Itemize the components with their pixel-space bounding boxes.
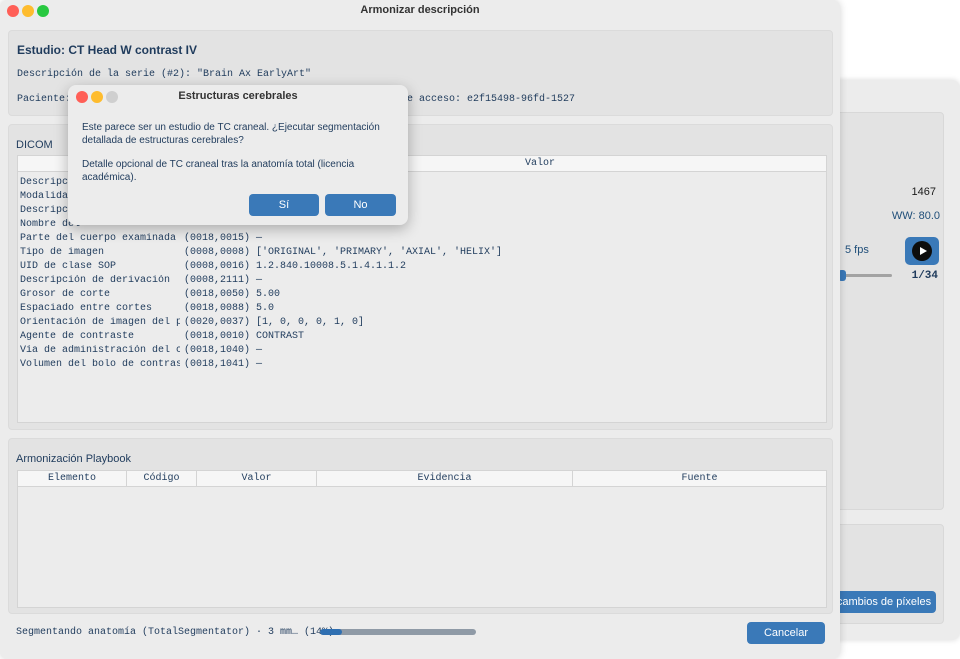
dicom-value: —: [256, 233, 263, 244]
dicom-value: ['ORIGINAL', 'PRIMARY', 'AXIAL', 'HELIX'…: [256, 247, 503, 258]
play-button[interactable]: [905, 237, 939, 265]
dicom-value: [1, 0, 0, 0, 1, 0]: [256, 317, 365, 328]
dicom-value: CONTRAST: [256, 331, 305, 342]
dicom-label: DICOM: [16, 139, 53, 151]
dicom-attribute-name: Espaciado entre cortes: [20, 303, 153, 314]
frame-counter: 1/34: [911, 270, 938, 282]
dicom-tag: (0020,0037): [184, 317, 251, 328]
window-width-readout: WW: 80.0: [891, 210, 940, 222]
background-value-readout: 1467: [911, 186, 936, 198]
playbook-table-header: Elemento Código Valor Evidencia Fuente: [18, 471, 826, 487]
dicom-attribute-name: Descripción de derivación: [20, 275, 171, 286]
yes-button[interactable]: Sí: [249, 194, 319, 216]
dicom-attribute-name: Grosor de corte: [20, 289, 111, 300]
column-header-elemento[interactable]: Elemento: [18, 471, 127, 487]
dicom-attribute-name: Volumen del bolo de contraste: [20, 359, 180, 370]
dicom-value: 5.0: [256, 303, 275, 314]
window-title: Armonizar descripción: [360, 4, 480, 16]
dicom-value: 1.2.840.10008.5.1.4.1.1.2: [256, 261, 407, 272]
dicom-tag: (0018,0010): [184, 331, 251, 342]
fps-label: 5 fps: [845, 244, 869, 256]
playbook-panel: Armonización Playbook Elemento Código Va…: [8, 438, 833, 614]
dicom-value: —: [256, 275, 263, 286]
study-title: Estudio: CT Head W contrast IV: [17, 43, 198, 57]
progress-bar-fill: [320, 629, 342, 635]
dicom-tag: (0018,1041): [184, 359, 251, 370]
title-bar: Armonizar descripción: [0, 0, 840, 22]
column-header-codigo[interactable]: Código: [127, 471, 197, 487]
dicom-attribute-name: Vía de administración del con: [20, 345, 180, 356]
value-column-header[interactable]: Valor: [525, 158, 555, 169]
dicom-tag: (0008,2111): [184, 275, 251, 286]
series-description: Descripción de la serie (#2): "Brain Ax …: [17, 69, 312, 80]
dicom-tag: (0018,0088): [184, 303, 251, 314]
dicom-attribute-name: Orientación de imagen del pac: [20, 317, 180, 328]
playbook-table[interactable]: Elemento Código Valor Evidencia Fuente: [17, 470, 827, 608]
dicom-tag: (0018,1040): [184, 345, 251, 356]
dicom-attribute-name: UID de clase SOP: [20, 261, 117, 272]
dicom-tag: (0018,0015): [184, 233, 251, 244]
background-viewer-panel: [836, 112, 944, 510]
cancel-button[interactable]: Cancelar: [747, 622, 825, 644]
column-header-fuente[interactable]: Fuente: [573, 471, 826, 487]
dicom-value: —: [256, 345, 263, 356]
dicom-tag: (0018,0050): [184, 289, 251, 300]
status-text: Segmentando anatomía (TotalSegmentator) …: [16, 627, 335, 638]
dicom-attribute-name: Parte del cuerpo examinada: [20, 233, 177, 244]
dicom-attribute-name: Agente de contraste: [20, 331, 135, 342]
progress-bar: [320, 629, 476, 635]
dicom-value: —: [256, 359, 263, 370]
dialog-detail: Detalle opcional de TC craneal tras la a…: [82, 159, 355, 183]
dicom-tag: (0008,0016): [184, 261, 251, 272]
no-button[interactable]: No: [325, 194, 396, 216]
column-header-evidencia[interactable]: Evidencia: [317, 471, 573, 487]
playbook-label: Armonización Playbook: [16, 453, 131, 465]
frame-slider[interactable]: [838, 274, 892, 277]
brain-structures-dialog: Estructuras cerebrales Este parece ser u…: [68, 85, 408, 225]
patient-label: Paciente:: [17, 94, 72, 105]
column-header-valor[interactable]: Valor: [197, 471, 317, 487]
dicom-value: 5.00: [256, 289, 281, 300]
access-number: e acceso: e2f15498-96fd-1527: [407, 94, 576, 105]
play-icon: [912, 241, 932, 261]
dicom-attribute-name: Tipo de imagen: [20, 247, 105, 258]
dialog-message: Este parece ser un estudio de TC craneal…: [82, 122, 380, 146]
dicom-tag: (0008,0008): [184, 247, 251, 258]
pixel-changes-button[interactable]: cambios de píxeles: [832, 591, 936, 613]
dialog-title: Estructuras cerebrales: [178, 90, 298, 102]
